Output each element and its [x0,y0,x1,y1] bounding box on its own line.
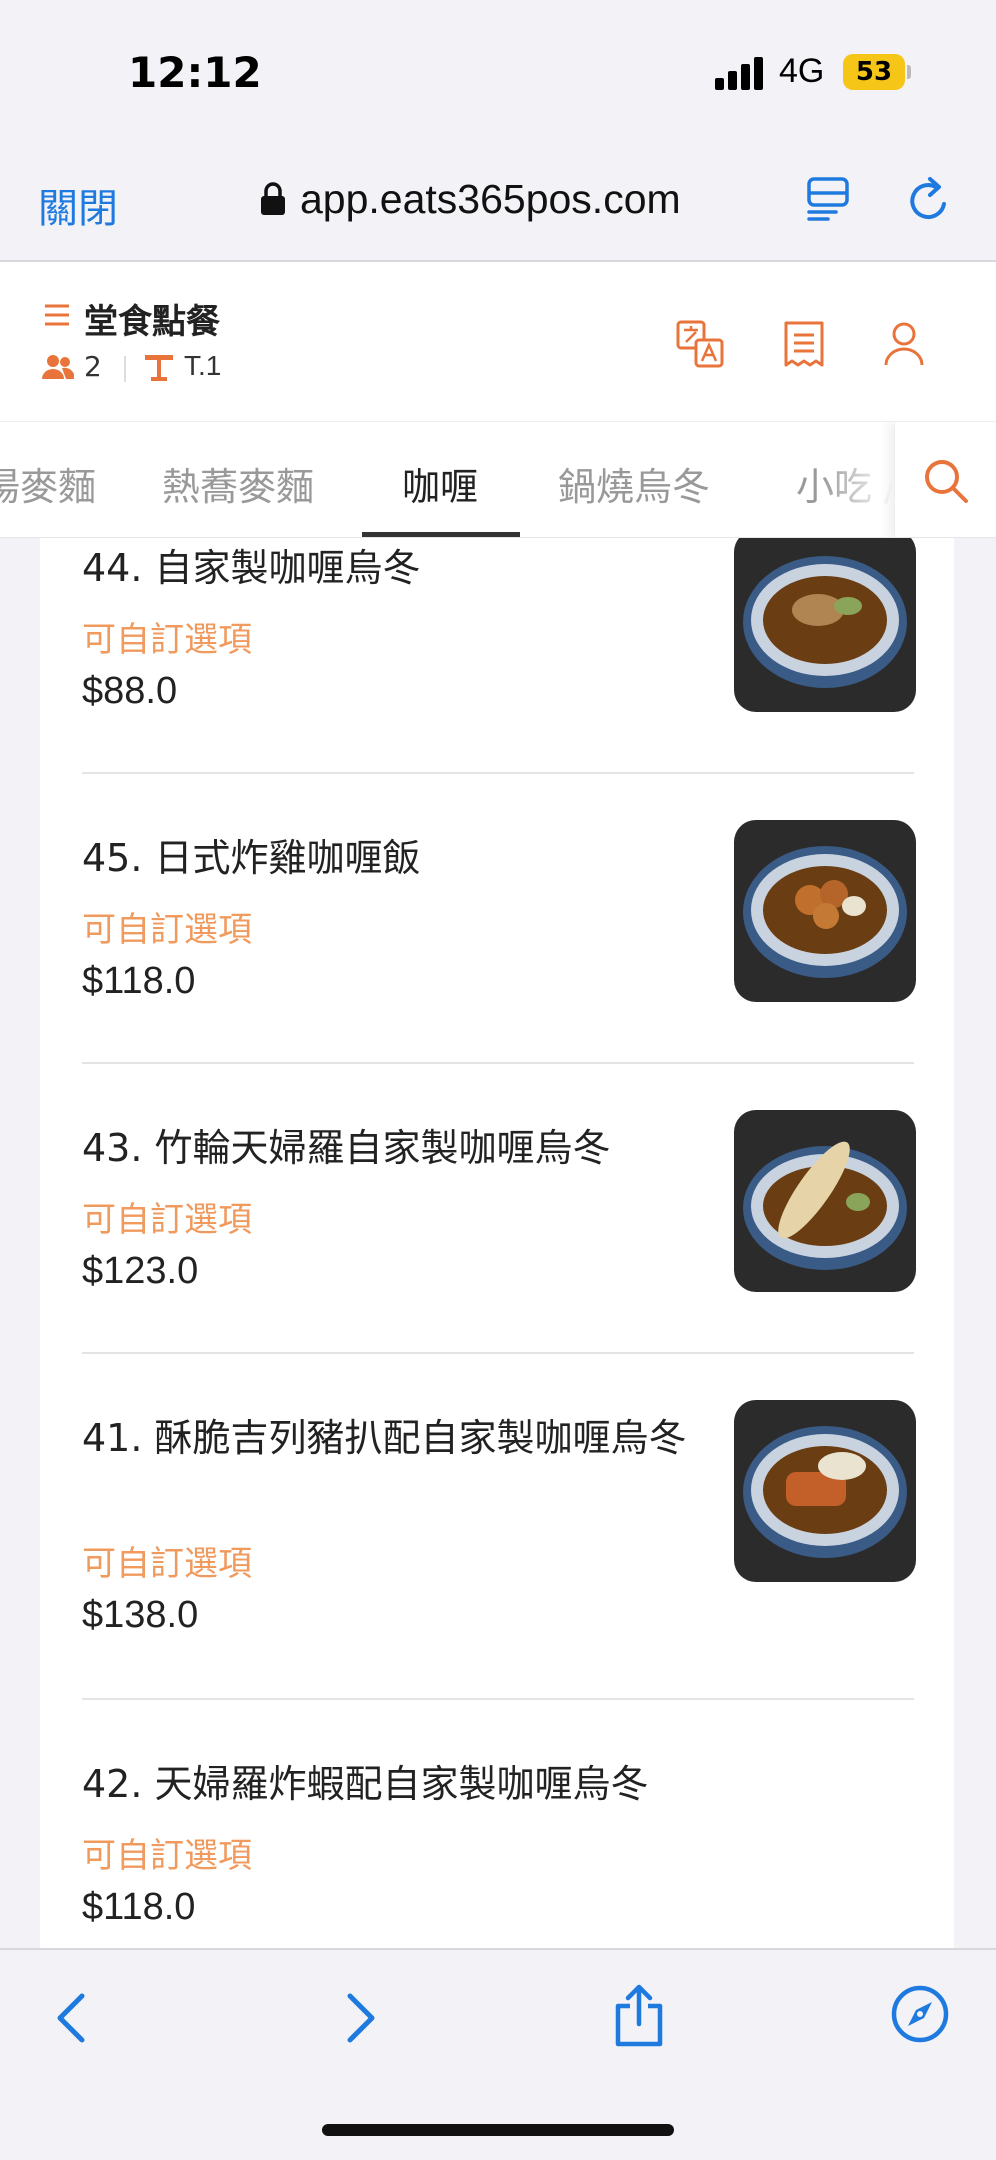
browser-url-bar: 關閉 app.eats365pos.com [0,140,996,262]
item-option-label: 可自訂選項 [82,620,252,660]
reader-icon[interactable] [806,176,850,222]
item-price: $118.0 [82,960,196,1002]
item-option-label: 可自訂選項 [82,910,252,950]
receipt-icon[interactable] [780,320,828,368]
back-icon[interactable] [44,1990,100,2046]
lock-icon [261,182,285,215]
url-text: app.eats365pos.com [300,175,681,222]
menu-icon[interactable] [44,302,70,328]
item-photo [734,1400,916,1582]
item-divider [82,772,914,774]
item-option-label: 可自訂選項 [82,1836,252,1876]
menu-item[interactable]: 41. 酥脆吉列豬扒配自家製咖喱烏冬 可自訂選項 $138.0 [40,1400,954,1740]
translate-icon[interactable] [676,320,724,368]
reload-icon[interactable] [906,174,954,224]
item-name: 41. 酥脆吉列豬扒配自家製咖喱烏冬 [82,1416,687,1460]
item-price: $138.0 [82,1594,199,1636]
menu-item[interactable]: 44. 自家製咖喱烏冬 可自訂選項 $88.0 [40,538,954,820]
item-price: $118.0 [82,1886,196,1928]
item-divider [82,1698,914,1700]
guest-count: 2 [84,350,102,383]
tabs-fade [820,422,894,537]
search-icon [925,460,968,503]
item-name: 42. 天婦羅炸蝦配自家製咖喱烏冬 [82,1762,649,1806]
item-photo [734,820,916,1002]
item-price: $123.0 [82,1250,199,1292]
battery-icon: 53 [843,54,905,90]
status-bar: 12:12 4G 53 [0,0,996,140]
search-button[interactable] [894,422,996,537]
tab-item[interactable]: 湯麥麵 [0,456,96,511]
active-tab-indicator [362,532,520,537]
home-indicator[interactable] [322,2124,674,2136]
network-type: 4G [779,52,825,90]
address-field[interactable]: app.eats365pos.com [260,174,681,224]
item-divider [82,1352,914,1354]
category-tabs: 湯麥麵 熱蕎麥麵 咖喱 鍋燒烏冬 小吃 / [0,422,996,538]
tab-item[interactable]: 鍋燒烏冬 [558,456,710,511]
tab-item[interactable]: 熱蕎麥麵 [162,456,314,511]
compass-icon[interactable] [890,1984,950,2044]
item-name: 45. 日式炸雞咖喱飯 [82,836,421,880]
table-icon [145,355,173,381]
menu-list: 44. 自家製咖喱烏冬 可自訂選項 $88.0 45. 日式炸雞咖喱飯 可自訂選… [40,538,954,1948]
table-number: T.1 [184,350,222,381]
menu-item[interactable]: 45. 日式炸雞咖喱飯 可自訂選項 $118.0 [40,820,954,1110]
people-icon [42,355,74,379]
divider [124,356,126,382]
item-name: 43. 竹輪天婦羅自家製咖喱烏冬 [82,1126,611,1170]
share-icon[interactable] [610,1984,668,2048]
item-option-label: 可自訂選項 [82,1544,252,1584]
battery-cap [907,65,911,79]
signal-icon [715,56,765,90]
item-photo [734,1110,916,1292]
close-button[interactable]: 關閉 [38,176,118,234]
tab-curry[interactable]: 咖喱 [402,456,478,511]
item-option-label: 可自訂選項 [82,1200,252,1240]
user-icon[interactable] [880,320,928,368]
menu-item[interactable]: 43. 竹輪天婦羅自家製咖喱烏冬 可自訂選項 $123.0 [40,1110,954,1400]
page-title[interactable]: 堂食點餐 [84,294,220,343]
item-price: $88.0 [82,670,178,712]
forward-icon[interactable] [332,1990,388,2046]
menu-item[interactable]: 42. 天婦羅炸蝦配自家製咖喱烏冬 可自訂選項 $118.0 [40,1746,954,1948]
item-divider [82,1062,914,1064]
item-name: 44. 自家製咖喱烏冬 [82,546,421,590]
item-photo [734,538,916,712]
status-time: 12:12 [128,48,262,97]
app-header: 堂食點餐 2 T.1 [0,262,996,422]
